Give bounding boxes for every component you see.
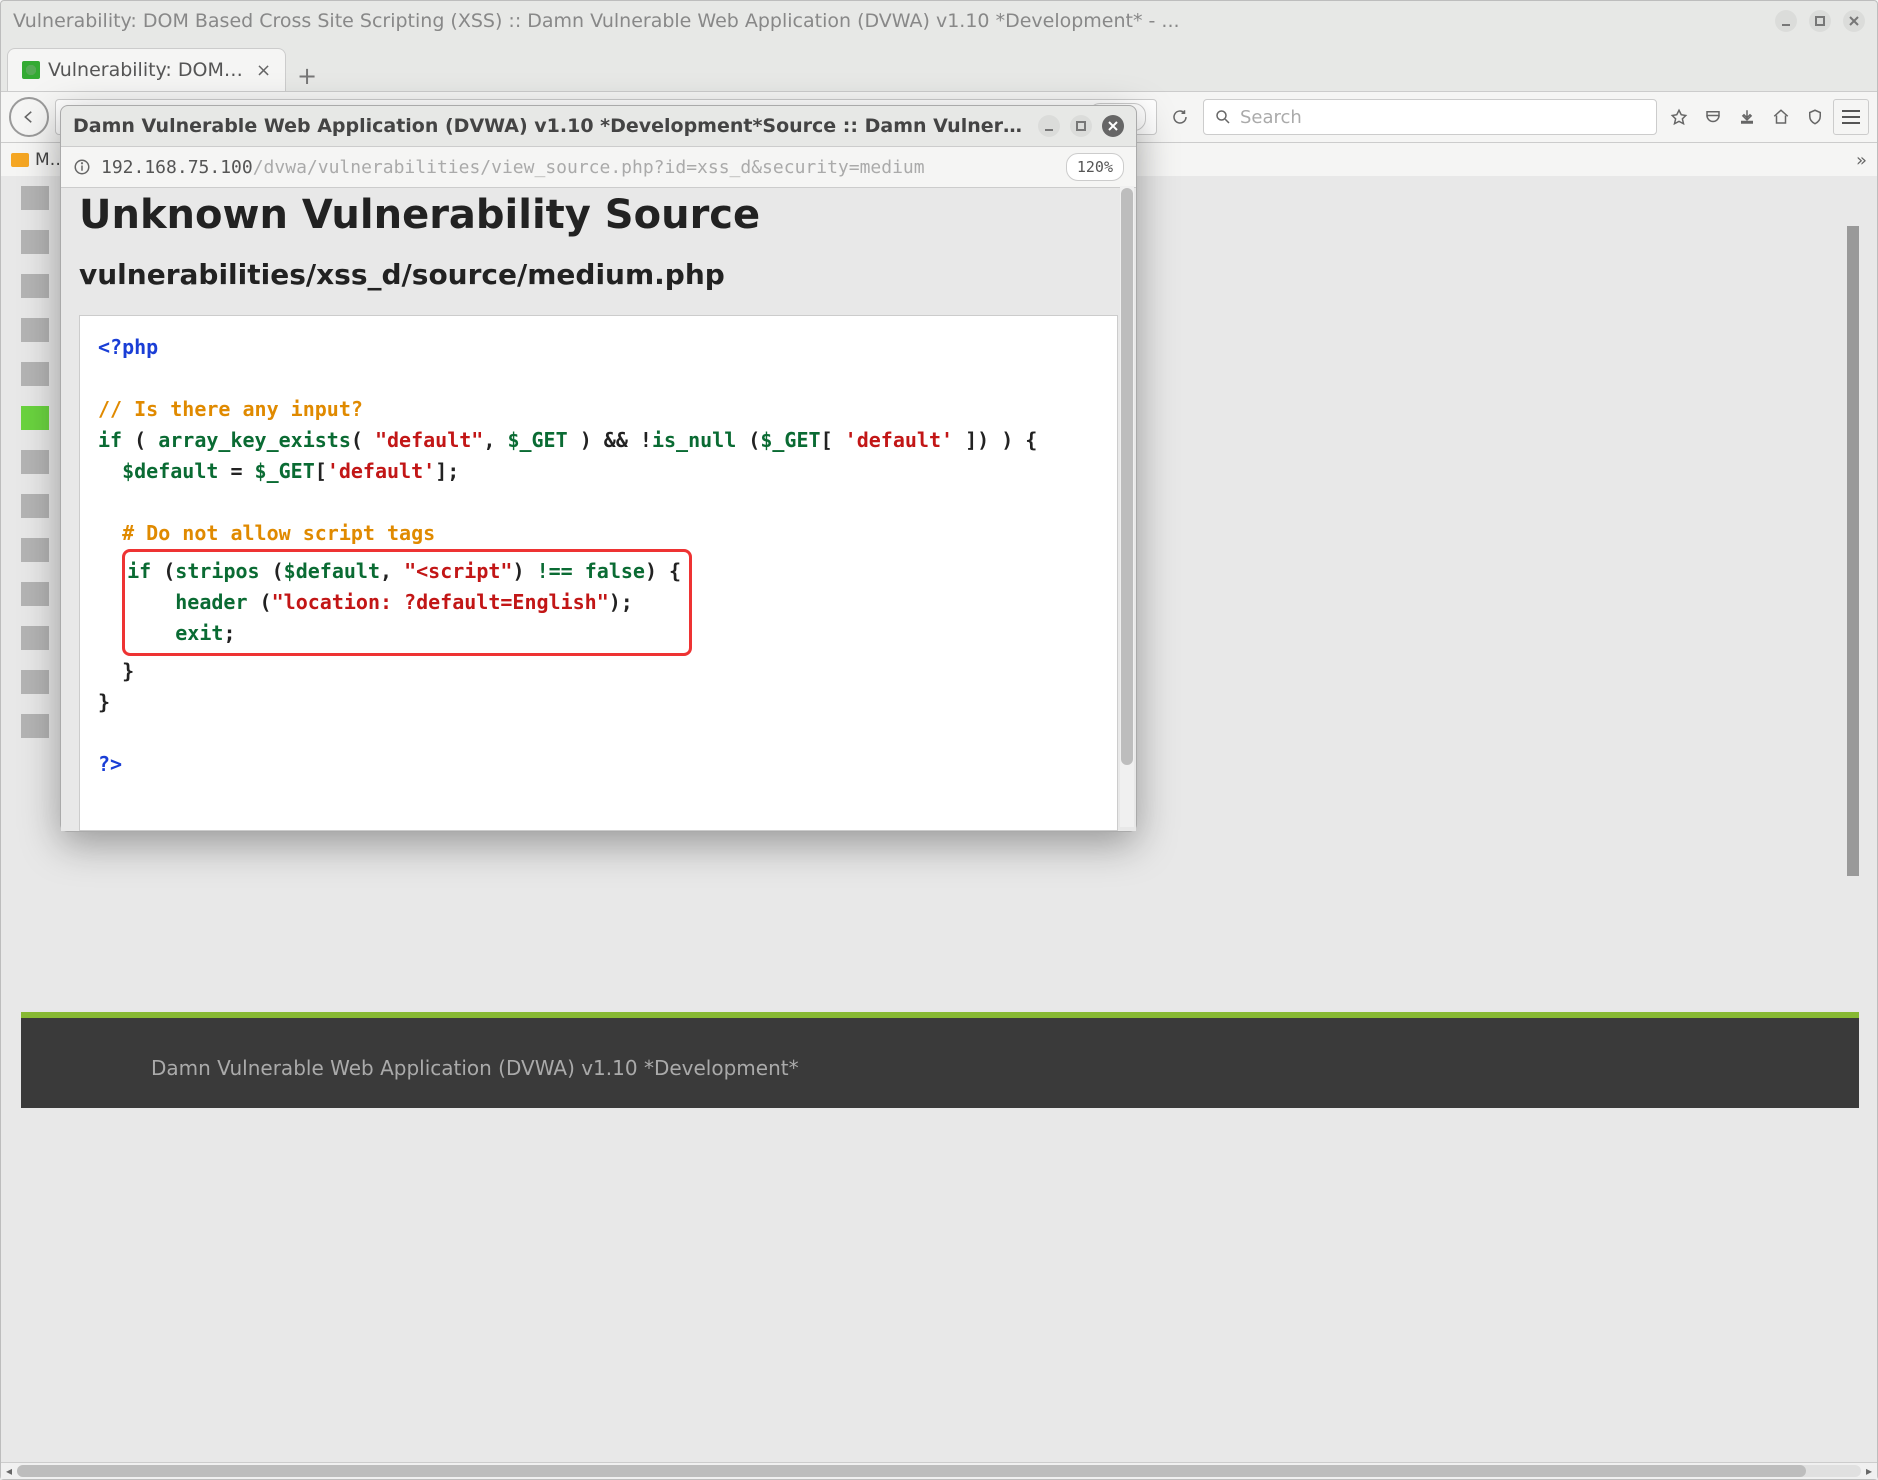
hscroll-track[interactable]	[17, 1465, 1861, 1477]
downloads-icon[interactable]	[1731, 101, 1763, 133]
sidebar-item[interactable]	[21, 318, 49, 342]
popup-vertical-scrollbar[interactable]	[1120, 186, 1134, 827]
sidebar-item[interactable]	[21, 582, 49, 606]
sidebar-item[interactable]	[21, 362, 49, 386]
folder-icon	[11, 153, 29, 167]
back-button[interactable]	[9, 97, 49, 137]
tab-label: Vulnerability: DOM Ba...	[48, 59, 248, 81]
hscroll-thumb[interactable]	[17, 1465, 1806, 1477]
bookmark-star-icon[interactable]	[1663, 101, 1695, 133]
sidebar-item[interactable]	[21, 538, 49, 562]
reload-button[interactable]	[1163, 100, 1197, 134]
main-maximize-button[interactable]	[1809, 10, 1831, 32]
scroll-right-arrow[interactable]: ▸	[1861, 1463, 1877, 1479]
new-tab-button[interactable]: +	[292, 61, 322, 91]
popup-minimize-button[interactable]	[1038, 115, 1060, 137]
sidebar-item[interactable]	[21, 450, 49, 474]
sidebar-item[interactable]	[21, 670, 49, 694]
source-code-box: <?php // Is there any input? if ( array_…	[79, 315, 1118, 831]
sidebar-item-active[interactable]	[21, 406, 49, 430]
main-close-button[interactable]	[1843, 10, 1865, 32]
highlighted-code: if (stripos ($default, "<script") !== fa…	[122, 549, 692, 656]
bookmark-folder[interactable]: M…	[11, 150, 67, 170]
sidebar-nav	[21, 186, 51, 758]
popup-address-bar[interactable]: 192.168.75.100/dvwa/vulnerabilities/view…	[61, 146, 1136, 188]
popup-title: Damn Vulnerable Web Application (DVWA) v…	[73, 115, 1028, 137]
sidebar-item[interactable]	[21, 494, 49, 518]
tab-favicon	[22, 61, 40, 79]
sidebar-item[interactable]	[21, 274, 49, 298]
tab-close-button[interactable]: ×	[256, 60, 271, 81]
menu-button[interactable]	[1833, 99, 1869, 135]
popup-body: Unknown Vulnerability Source vulnerabili…	[61, 188, 1136, 831]
popup-zoom-indicator[interactable]: 120%	[1066, 153, 1124, 181]
footer-text: Damn Vulnerable Web Application (DVWA) v…	[151, 1056, 799, 1080]
source-filepath: vulnerabilities/xss_d/source/medium.php	[79, 258, 1118, 291]
sidebar-item[interactable]	[21, 714, 49, 738]
sidebar-item[interactable]	[21, 626, 49, 650]
main-titlebar: Vulnerability: DOM Based Cross Site Scri…	[1, 1, 1877, 41]
tab-active[interactable]: Vulnerability: DOM Ba... ×	[7, 48, 286, 91]
home-icon[interactable]	[1765, 101, 1797, 133]
popup-window: Damn Vulnerable Web Application (DVWA) v…	[60, 105, 1137, 832]
bookmark-overflow[interactable]: »	[1856, 150, 1867, 171]
horizontal-scrollbar[interactable]: ◂ ▸	[1, 1462, 1877, 1479]
main-minimize-button[interactable]	[1775, 10, 1797, 32]
tab-strip: Vulnerability: DOM Ba... × +	[1, 41, 1877, 92]
search-box[interactable]: Search	[1203, 99, 1657, 135]
search-placeholder: Search	[1240, 107, 1302, 128]
scroll-left-arrow[interactable]: ◂	[1, 1463, 17, 1479]
popup-maximize-button[interactable]	[1070, 115, 1092, 137]
info-icon	[73, 158, 91, 176]
source-heading: Unknown Vulnerability Source	[79, 192, 1118, 238]
content-scroll-shadow	[1847, 226, 1859, 876]
popup-vscroll-thumb[interactable]	[1121, 188, 1133, 765]
popup-close-button[interactable]	[1102, 115, 1124, 137]
shield-icon[interactable]	[1799, 101, 1831, 133]
sidebar-item[interactable]	[21, 186, 49, 210]
search-icon	[1214, 108, 1232, 126]
sidebar-item[interactable]	[21, 230, 49, 254]
toolbar-right	[1663, 99, 1869, 135]
popup-titlebar: Damn Vulnerable Web Application (DVWA) v…	[61, 106, 1136, 146]
pocket-icon[interactable]	[1697, 101, 1729, 133]
footer-bar: Damn Vulnerable Web Application (DVWA) v…	[21, 1028, 1859, 1108]
popup-url: 192.168.75.100/dvwa/vulnerabilities/view…	[101, 157, 1056, 178]
main-window-title: Vulnerability: DOM Based Cross Site Scri…	[13, 10, 1763, 32]
